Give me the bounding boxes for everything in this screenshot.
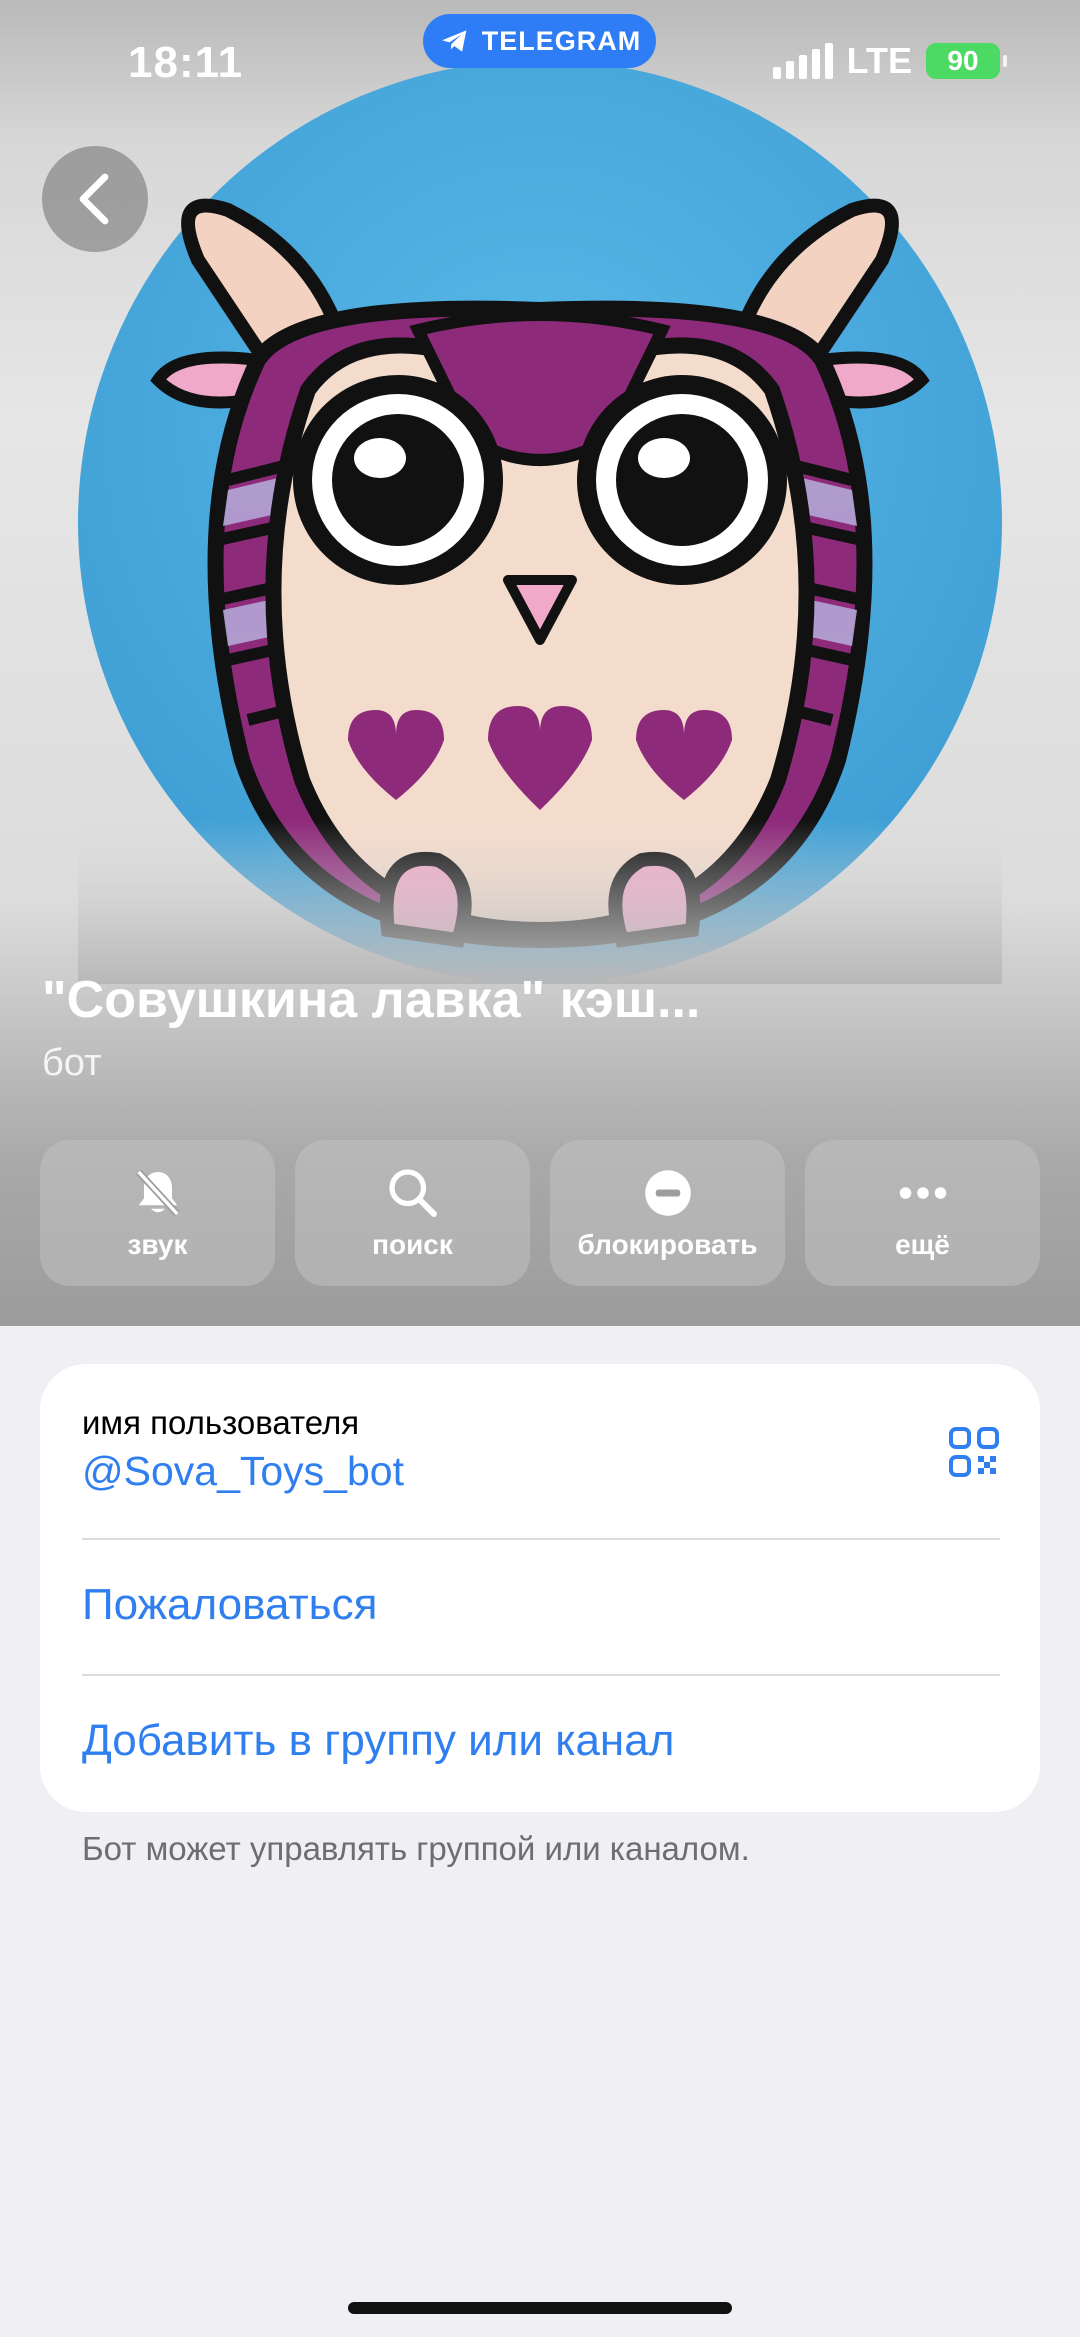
- search-label: поиск: [372, 1229, 453, 1260]
- system-indicators: LTE 90: [772, 40, 1007, 82]
- add-to-group-link[interactable]: Добавить в группу или канал: [82, 1716, 674, 1766]
- battery-icon: 90: [926, 43, 1007, 79]
- telegram-icon: [442, 30, 467, 52]
- avatar[interactable]: [78, 60, 1002, 984]
- status-bar: 18:11 TELEGRAM LTE 90: [0, 0, 1080, 130]
- profile-name: "Совушкина лавка" кэш...: [42, 971, 701, 1029]
- status-time: 18:11: [128, 38, 244, 87]
- block-button[interactable]: блокировать: [550, 1140, 785, 1286]
- block-icon: [644, 1170, 691, 1216]
- divider: [82, 1674, 1000, 1676]
- block-label: блокировать: [577, 1229, 758, 1260]
- more-button[interactable]: ещё: [805, 1140, 1040, 1286]
- qr-code-icon[interactable]: [948, 1426, 1000, 1478]
- divider: [82, 1538, 1000, 1540]
- profile-header: 18:11 TELEGRAM LTE 90 "Совушкина лавка" …: [0, 0, 1080, 1326]
- network-type: LTE: [846, 40, 912, 81]
- search-icon: [388, 1169, 437, 1217]
- battery-level: 90: [947, 45, 979, 76]
- profile-actions: звук поиск блокировать ещё: [40, 1140, 1040, 1286]
- mute-button[interactable]: звук: [40, 1140, 275, 1286]
- home-indicator[interactable]: [348, 2302, 732, 2314]
- bot-footnote: Бот может управлять группой или каналом.: [82, 1830, 750, 1867]
- bell-slash-icon: [135, 1169, 180, 1217]
- mute-label: звук: [127, 1229, 188, 1260]
- report-link[interactable]: Пожаловаться: [82, 1580, 377, 1630]
- username-label: имя пользователя: [82, 1404, 360, 1441]
- signal-icon: [772, 43, 833, 79]
- back-button[interactable]: [42, 146, 148, 252]
- owl-avatar: [78, 60, 1002, 984]
- telegram-pill[interactable]: TELEGRAM: [423, 14, 656, 68]
- username-value[interactable]: @Sova_Toys_bot: [82, 1448, 1000, 1495]
- more-label: ещё: [895, 1229, 950, 1260]
- search-button[interactable]: поиск: [295, 1140, 530, 1286]
- more-icon: [899, 1187, 946, 1199]
- info-card: имя пользователя @Sova_Toys_bot Пожалова…: [40, 1364, 1040, 1812]
- chevron-left-icon: [79, 173, 109, 225]
- profile-subtitle: бот: [42, 1042, 102, 1084]
- username-row[interactable]: имя пользователя @Sova_Toys_bot: [82, 1404, 1000, 1504]
- telegram-pill-label: TELEGRAM: [481, 25, 642, 56]
